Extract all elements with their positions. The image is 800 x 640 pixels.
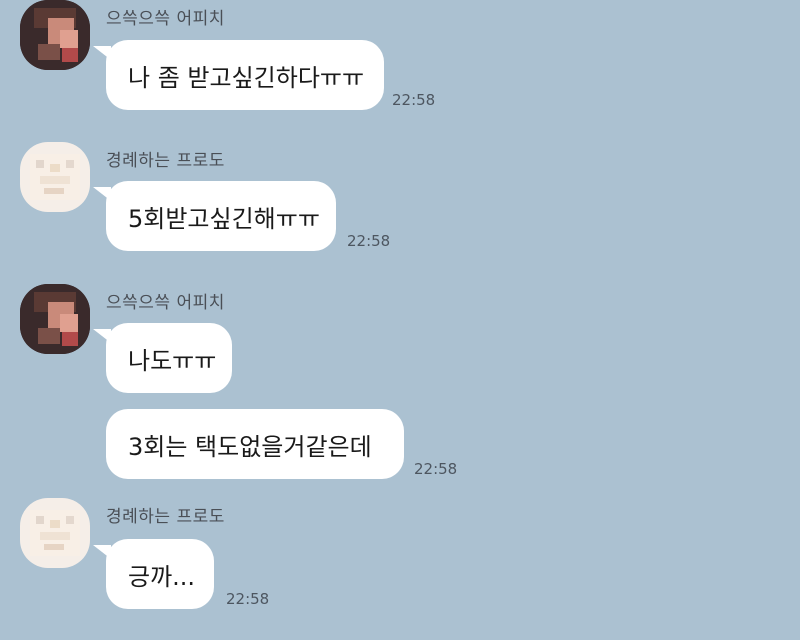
message-text: 나 좀 받고싶긴하다ㅠㅠ xyxy=(128,63,365,92)
sender-name: 으쓱으쓱 어피치 xyxy=(106,293,225,313)
message-text: 3회는 택도없을거같은데 xyxy=(128,432,372,461)
avatar-frodo[interactable] xyxy=(20,142,90,212)
message-time: 22:58 xyxy=(392,91,436,109)
message-time: 22:58 xyxy=(414,460,458,478)
message-bubble[interactable]: 나도ㅠㅠ xyxy=(106,323,232,393)
message-bubble[interactable]: 5회받고싶긴해ㅠㅠ xyxy=(106,181,336,251)
message-bubble[interactable]: 3회는 택도없을거같은데 xyxy=(106,409,404,479)
avatar-apeach[interactable] xyxy=(20,284,90,354)
message-text: 긍까... xyxy=(128,562,196,591)
avatar-apeach[interactable] xyxy=(20,0,90,70)
avatar-frodo[interactable] xyxy=(20,498,90,568)
message-bubble[interactable]: 나 좀 받고싶긴하다ㅠㅠ xyxy=(106,40,384,110)
message-text: 나도ㅠㅠ xyxy=(128,346,217,375)
message-time: 22:58 xyxy=(226,590,270,608)
sender-name: 경례하는 프로도 xyxy=(106,151,225,171)
message-bubble[interactable]: 긍까... xyxy=(106,539,214,609)
sender-name: 경례하는 프로도 xyxy=(106,507,225,527)
sender-name: 으쓱으쓱 어피치 xyxy=(106,9,225,29)
message-text: 5회받고싶긴해ㅠㅠ xyxy=(128,204,320,233)
message-time: 22:58 xyxy=(347,232,391,250)
